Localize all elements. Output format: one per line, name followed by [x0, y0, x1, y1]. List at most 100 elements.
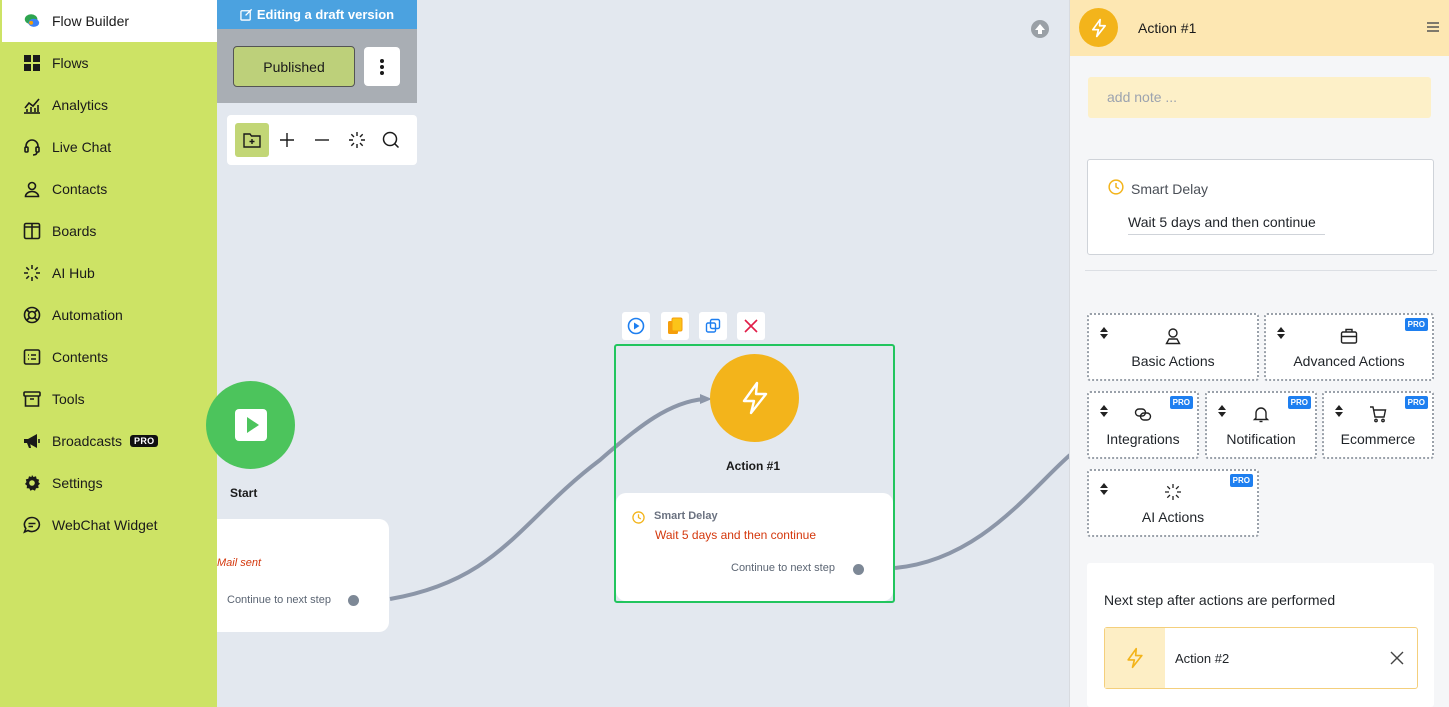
start-node-label: Start: [230, 486, 258, 500]
user-icon: [1165, 328, 1181, 345]
clock-icon: [632, 511, 645, 524]
next-step-section: Next step after actions are performed Ac…: [1087, 563, 1434, 707]
integrations-button[interactable]: PRO Integrations: [1087, 391, 1199, 459]
action-label: Advanced Actions: [1293, 353, 1405, 369]
smart-delay-value[interactable]: Wait 5 days and then continue: [1128, 214, 1325, 235]
sort-icon: [1100, 405, 1108, 417]
next-step-icon: [1105, 628, 1165, 688]
smart-delay-title: Smart Delay: [1131, 181, 1209, 197]
sidebar-item-label: Contents: [52, 349, 109, 365]
delete-node-button[interactable]: [737, 312, 765, 340]
panel-title[interactable]: Action #1: [1138, 20, 1196, 36]
sidebar: Flow Builder Flows Analytics Live Chat C…: [0, 0, 217, 707]
sidebar-item-tools[interactable]: Tools: [0, 378, 217, 420]
duplicate-node-button[interactable]: [699, 312, 727, 340]
action-node[interactable]: [710, 354, 799, 442]
sidebar-item-flows[interactable]: Flows: [0, 42, 217, 84]
published-button[interactable]: Published: [233, 46, 355, 87]
sidebar-item-label: AI Hub: [52, 265, 95, 281]
sidebar-item-broadcasts[interactable]: Broadcasts PRO: [0, 420, 217, 462]
sidebar-item-label: Contacts: [52, 181, 108, 197]
menu-icon[interactable]: [1426, 20, 1440, 34]
megaphone-icon: [24, 434, 40, 448]
sidebar-item-label: Automation: [52, 307, 123, 323]
sidebar-item-ai-hub[interactable]: AI Hub: [0, 252, 217, 294]
folder-plus-icon: [243, 133, 261, 148]
briefcase-icon: [1340, 328, 1358, 344]
sidebar-item-contents[interactable]: Contents: [0, 336, 217, 378]
sidebar-item-analytics[interactable]: Analytics: [0, 84, 217, 126]
sidebar-item-label: Flows: [52, 55, 89, 71]
action-label: Basic Actions: [1131, 353, 1215, 369]
pro-badge: PRO: [130, 435, 159, 447]
cart-icon: [1370, 406, 1387, 423]
zoom-in-button[interactable]: [270, 123, 304, 157]
next-step-item[interactable]: Action #2: [1104, 627, 1418, 689]
start-node[interactable]: [206, 381, 295, 469]
sort-icon: [1100, 327, 1108, 339]
notification-button[interactable]: PRO Notification: [1205, 391, 1317, 459]
clock-icon: [1108, 179, 1124, 195]
chat-bubbles-icon: [24, 14, 40, 27]
pro-badge: PRO: [1229, 474, 1253, 487]
add-folder-button[interactable]: [235, 123, 269, 157]
continue-to-next-step: Continue to next step: [731, 562, 835, 574]
lightning-icon: [1091, 18, 1106, 37]
pro-badge: PRO: [1169, 396, 1193, 409]
smart-delay-box[interactable]: Smart Delay Wait 5 days and then continu…: [1087, 159, 1434, 255]
copy-node-button[interactable]: [661, 312, 689, 340]
mail-sent-text: Mail sent: [217, 557, 262, 569]
ecommerce-button[interactable]: PRO Ecommerce: [1322, 391, 1434, 459]
output-port[interactable]: [348, 595, 359, 606]
action-label: Ecommerce: [1340, 431, 1416, 447]
canvas-toolbar: [227, 115, 417, 165]
action-label: AI Actions: [1141, 509, 1205, 525]
sidebar-item-flow-builder[interactable]: Flow Builder: [2, 0, 217, 42]
sidebar-item-label: Analytics: [52, 97, 109, 113]
edit-icon: [240, 8, 252, 21]
next-step-title: Next step after actions are performed: [1104, 592, 1336, 608]
preview-node-button[interactable]: [622, 312, 650, 340]
scroll-up-icon[interactable]: [1031, 20, 1049, 38]
sidebar-item-boards[interactable]: Boards: [0, 210, 217, 252]
sidebar-item-automation[interactable]: Automation: [0, 294, 217, 336]
contents-icon: [23, 349, 41, 365]
sidebar-item-settings[interactable]: Settings: [0, 462, 217, 504]
sidebar-item-webchat-widget[interactable]: WebChat Widget: [0, 504, 217, 546]
sort-icon: [1277, 327, 1285, 339]
panel-header: Action #1: [1070, 0, 1449, 56]
auto-arrange-button[interactable]: [340, 123, 374, 157]
remove-next-step-icon[interactable]: [1390, 651, 1404, 665]
smart-delay-title: Smart Delay: [654, 510, 718, 522]
sort-icon: [1335, 405, 1343, 417]
sidebar-item-live-chat[interactable]: Live Chat: [0, 126, 217, 168]
advanced-actions-button[interactable]: PRO Advanced Actions: [1264, 313, 1434, 381]
ai-actions-button[interactable]: PRO AI Actions: [1087, 469, 1259, 537]
more-vertical-icon: [380, 58, 384, 75]
plus-icon: [280, 133, 294, 147]
duplicate-icon: [705, 318, 721, 333]
action-label: Notification: [1226, 431, 1296, 447]
lightning-icon: [1127, 647, 1143, 669]
board-icon: [23, 222, 41, 240]
headset-icon: [24, 139, 40, 156]
search-icon: [382, 131, 400, 149]
output-port[interactable]: [853, 564, 864, 575]
search-button[interactable]: [374, 123, 408, 157]
analytics-icon: [24, 98, 40, 114]
version-panel: Editing a draft version Published: [217, 0, 417, 103]
action-node-card[interactable]: Smart Delay Wait 5 days and then continu…: [616, 493, 893, 601]
basic-actions-button[interactable]: Basic Actions: [1087, 313, 1259, 381]
sidebar-item-label: Settings: [52, 475, 103, 491]
minus-icon: [315, 139, 329, 141]
start-node-card[interactable]: Mail sent Continue to next step: [217, 519, 389, 632]
copy-icon: [668, 317, 683, 334]
bell-icon: [1252, 407, 1270, 423]
note-field[interactable]: [1088, 77, 1431, 118]
sidebar-item-contacts[interactable]: Contacts: [0, 168, 217, 210]
play-icon: [234, 409, 267, 441]
magic-wand-icon: [349, 132, 365, 148]
zoom-out-button[interactable]: [305, 123, 339, 157]
more-options-button[interactable]: [364, 47, 400, 86]
next-step-label: Action #2: [1175, 651, 1230, 666]
